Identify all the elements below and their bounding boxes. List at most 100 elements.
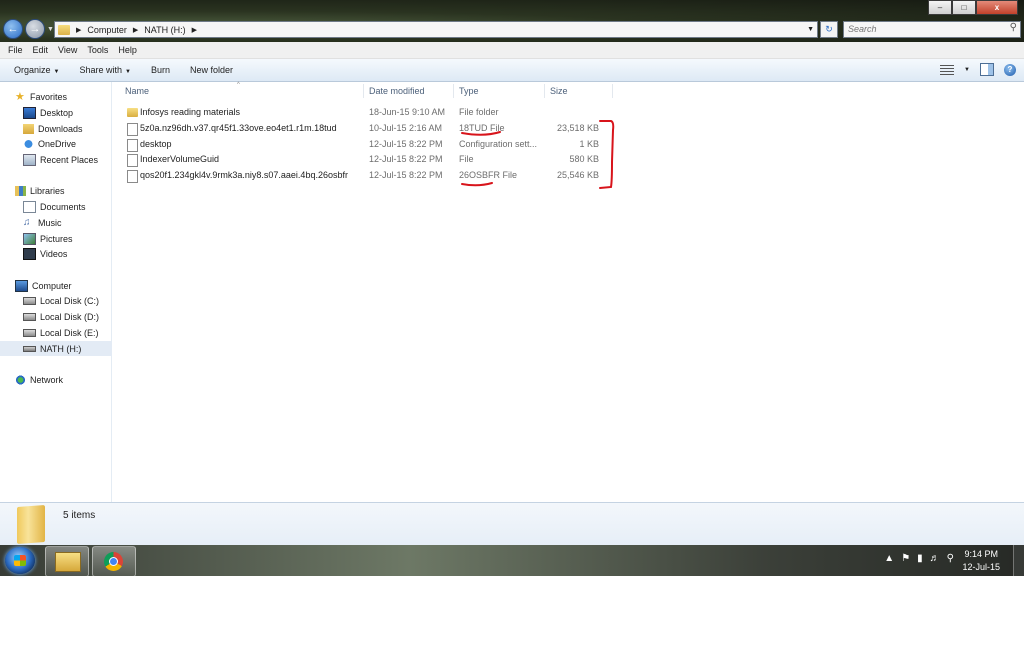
folder-icon — [58, 24, 70, 35]
folder-icon — [127, 108, 138, 117]
nav-computer-label: Computer — [32, 280, 72, 291]
file-name: qos20f1.234gkl4v.9rmk3a.niy8.s07.aaei.4b… — [140, 170, 348, 180]
file-row-18tud[interactable]: 5z0a.nz96dh.v37.qr45f1.33ove.eo4et1.r1m.… — [112, 121, 612, 136]
menu-view[interactable]: View — [53, 45, 82, 55]
nav-music-label: Music — [38, 217, 62, 228]
folder-icon — [17, 505, 45, 544]
nav-videos-label: Videos — [40, 248, 68, 259]
file-type: 26OSBFR File — [459, 170, 518, 180]
column-name[interactable]: Name — [125, 86, 149, 96]
taskbar-explorer-button[interactable] — [45, 546, 89, 577]
chrome-icon — [104, 552, 123, 571]
column-divider[interactable] — [544, 84, 545, 98]
recent-places-icon — [23, 153, 36, 166]
maximize-button[interactable]: □ — [952, 0, 976, 15]
more-options-dropdown-icon[interactable]: ▼ — [964, 67, 970, 73]
recent-pages-dropdown-icon[interactable]: ▼ — [47, 26, 54, 33]
chevron-down-icon: ▼ — [53, 69, 60, 75]
search-icon[interactable]: ⚲ — [1010, 22, 1017, 33]
column-type[interactable]: Type — [459, 86, 479, 96]
libraries-icon — [15, 185, 26, 196]
taskbar-chrome-button[interactable] — [92, 546, 136, 577]
nav-local-disk-c-label: Local Disk (C:) — [40, 295, 100, 306]
volume-icon[interactable]: ♬ — [930, 553, 940, 564]
file-name: Infosys reading materials — [140, 107, 241, 117]
address-bar[interactable]: ▶ Computer ▶ NATH (H:) ▶ ▼ — [54, 21, 818, 38]
share-with-button[interactable]: Share with ▼ — [69, 65, 140, 75]
safely-remove-icon[interactable]: ⚲ — [947, 553, 954, 564]
show-hidden-icons-icon[interactable]: ▲ — [884, 553, 894, 564]
file-icon — [127, 170, 138, 183]
organize-button[interactable]: Organize ▼ — [0, 65, 69, 75]
breadcrumb-separator-icon[interactable]: ▶ — [133, 26, 138, 34]
chevron-down-icon: ▼ — [125, 69, 131, 75]
nav-libraries[interactable]: Libraries — [0, 183, 125, 198]
file-type: File — [459, 154, 474, 164]
action-center-flag-icon[interactable]: ⚑ — [901, 553, 910, 564]
menu-tools[interactable]: Tools — [82, 45, 113, 55]
column-size[interactable]: Size — [550, 86, 568, 96]
folder-icon — [55, 552, 81, 572]
burn-button[interactable]: Burn — [141, 65, 180, 75]
show-desktop-button[interactable] — [1013, 545, 1024, 576]
clock-time: 9:14 PM — [964, 549, 998, 559]
start-button[interactable] — [5, 547, 35, 574]
view-controls: ▼ ? — [940, 63, 1016, 76]
file-row-indexervolumeguid[interactable]: IndexerVolumeGuid 12-Jul-15 8:22 PM File… — [112, 152, 612, 167]
nav-network-label: Network — [30, 374, 64, 385]
network-signal-icon[interactable]: ▮ — [917, 553, 923, 564]
documents-icon — [23, 200, 36, 213]
file-type: Configuration sett... — [459, 139, 538, 149]
menu-file[interactable]: File — [0, 45, 28, 55]
close-button[interactable]: x — [976, 0, 1018, 15]
clock[interactable]: 9:14 PM 12-Jul-15 — [962, 548, 1000, 574]
menu-help[interactable]: Help — [113, 45, 142, 55]
videos-icon — [23, 247, 36, 260]
column-date-modified[interactable]: Date modified — [369, 86, 425, 96]
nav-onedrive-label: OneDrive — [38, 138, 77, 149]
back-button[interactable]: ← — [3, 19, 23, 39]
nav-local-disk-d-label: Local Disk (D:) — [40, 311, 100, 322]
preview-pane-icon[interactable] — [980, 63, 994, 76]
file-row-26osbfr[interactable]: qos20f1.234gkl4v.9rmk3a.niy8.s07.aaei.4b… — [112, 168, 612, 183]
menu-edit[interactable]: Edit — [28, 45, 54, 55]
refresh-button[interactable]: ↻ — [820, 21, 838, 38]
arrow-right-icon: → — [29, 23, 41, 35]
taskbar: ▲ ⚑ ▮ ♬ ⚲ 9:14 PM 12-Jul-15 — [0, 545, 1024, 577]
downloads-icon — [23, 123, 34, 134]
onedrive-icon — [23, 138, 34, 149]
file-date: 12-Jul-15 8:22 PM — [369, 170, 443, 180]
file-list: ^ Name Date modified Type Size Infosys r… — [112, 82, 1024, 502]
breadcrumb-separator-icon[interactable]: ▶ — [192, 26, 197, 34]
change-view-icon[interactable] — [940, 64, 955, 75]
nav-favorites[interactable]: ★ Favorites — [0, 89, 125, 104]
new-folder-button[interactable]: New folder — [180, 65, 243, 75]
desktop-icon — [23, 106, 36, 119]
title-bar: – □ x ← → ▼ ▶ Computer ▶ NATH (H:) ▶ ▼ ↻… — [0, 0, 1024, 42]
sort-ascending-icon: ^ — [237, 82, 240, 88]
command-bar: Organize ▼ Share with ▼ Burn New folder ▼ … — [0, 59, 1024, 82]
help-icon[interactable]: ? — [1004, 63, 1016, 76]
forward-button[interactable]: → — [25, 19, 45, 39]
breadcrumb-computer[interactable]: Computer — [87, 25, 127, 35]
underline-26osbfr — [461, 182, 493, 187]
hard-disk-icon — [23, 296, 36, 305]
breadcrumb-separator-icon[interactable]: ▶ — [76, 26, 81, 34]
file-icon — [127, 123, 138, 136]
column-divider[interactable] — [363, 84, 364, 98]
star-icon: ★ — [15, 90, 25, 103]
nav-network[interactable]: Network — [0, 372, 125, 387]
column-divider[interactable] — [612, 84, 613, 98]
window-controls: – □ x — [928, 0, 1018, 15]
search-input[interactable] — [844, 22, 998, 35]
minimize-button[interactable]: – — [928, 0, 952, 15]
file-row-desktop-ini[interactable]: desktop 12-Jul-15 8:22 PM Configuration … — [112, 137, 612, 152]
file-row-infosys-folder[interactable]: Infosys reading materials 18-Jun-15 9:10… — [112, 105, 612, 120]
address-history-dropdown-icon[interactable]: ▼ — [807, 26, 814, 33]
navigation-pane: ★ Favorites Desktop Downloads OneDrive Re… — [0, 82, 133, 502]
nav-computer[interactable]: Computer — [0, 278, 125, 293]
breadcrumb-nath-drive[interactable]: NATH (H:) — [144, 25, 185, 35]
nav-favorites-label: Favorites — [30, 91, 68, 102]
hard-disk-icon — [23, 328, 36, 337]
column-divider[interactable] — [453, 84, 454, 98]
